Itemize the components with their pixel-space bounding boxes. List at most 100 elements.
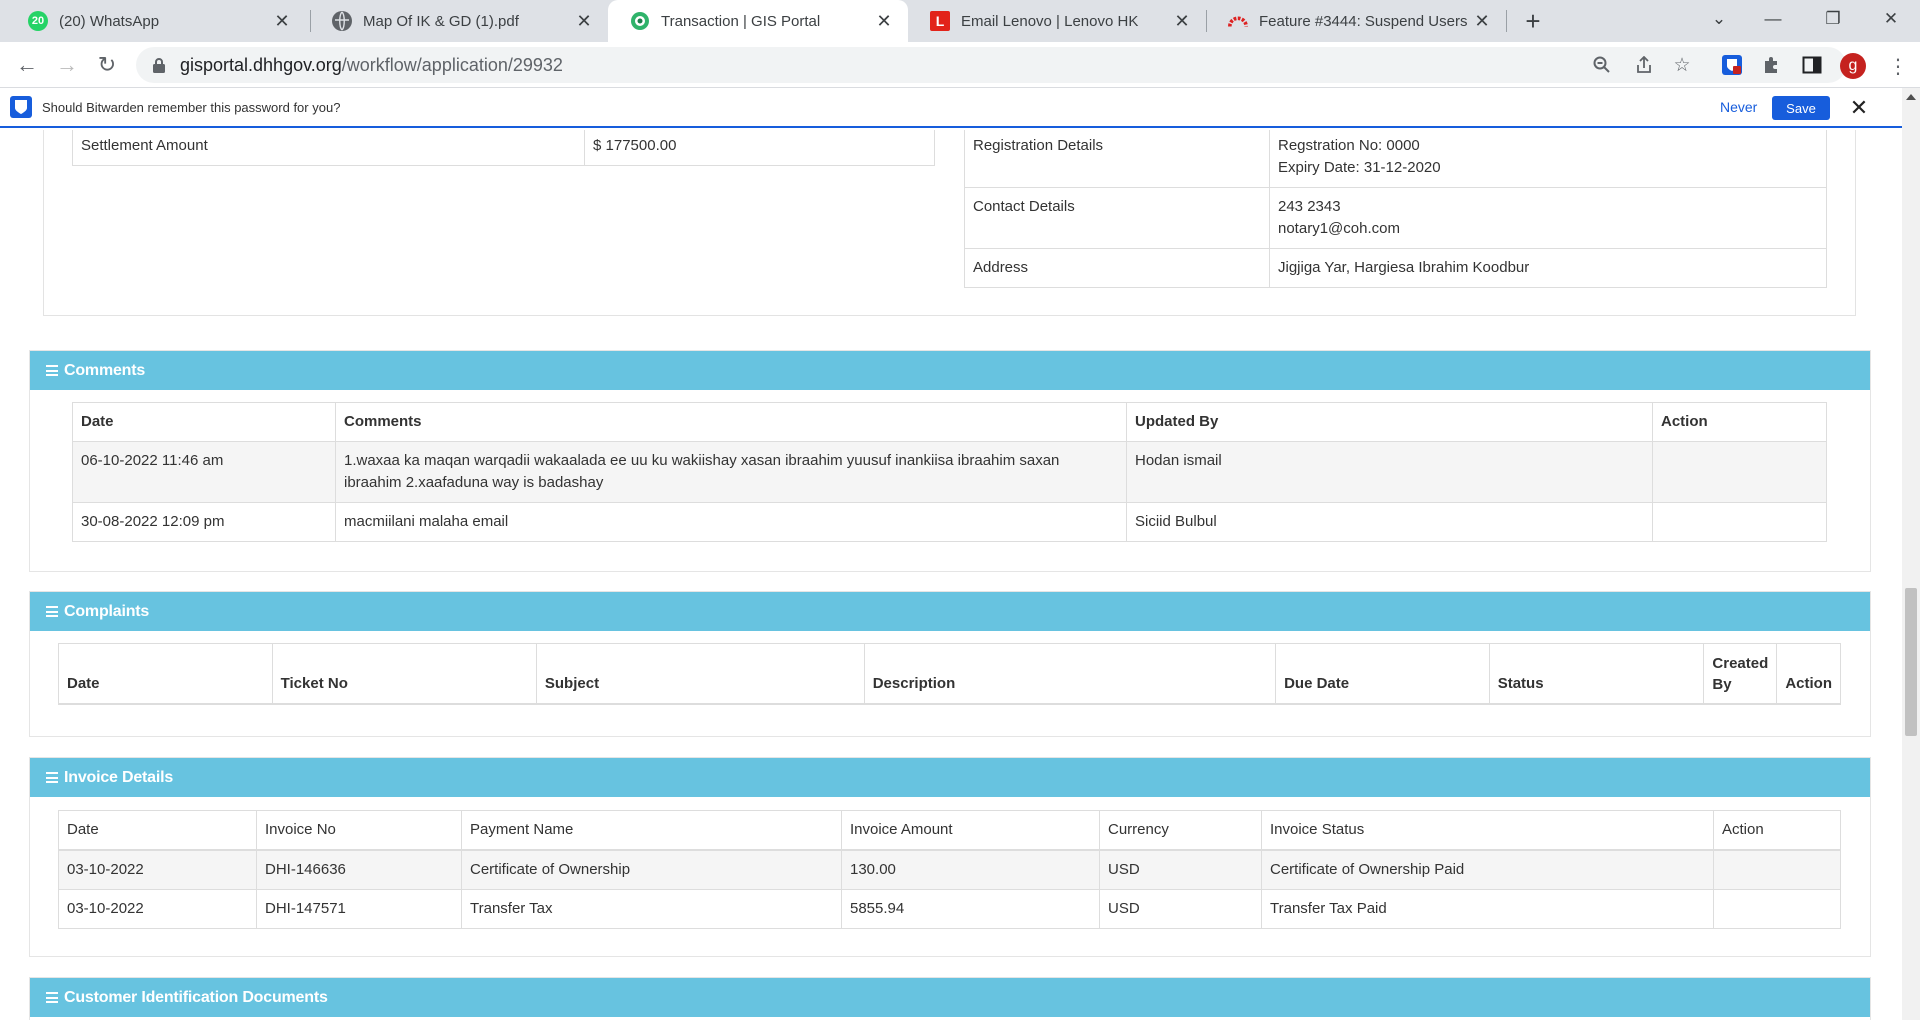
scroll-up-arrow-icon[interactable] <box>1906 94 1916 100</box>
table-header-row: Date Ticket No Subject Description Due D… <box>58 643 1841 704</box>
table-row: 03-10-2022 DHI-147571 Transfer Tax 5855.… <box>58 889 1841 929</box>
bitwarden-never-link[interactable]: Never <box>1720 99 1757 115</box>
invoice-action <box>1713 849 1841 890</box>
table-row: 06-10-2022 11:46 am 1.waxaa ka maqan war… <box>72 441 1827 503</box>
lock-icon[interactable] <box>150 56 168 74</box>
close-icon[interactable]: ✕ <box>1472 11 1492 31</box>
column-header: Action <box>1713 810 1841 851</box>
tab-redmine-feature[interactable]: Feature #3444: Suspend Users - ✕ <box>1206 0 1506 42</box>
list-icon <box>46 365 58 376</box>
contact-phone: 243 2343 <box>1278 198 1341 215</box>
bitwarden-notification-bar: Should Bitwarden remember this password … <box>0 88 1902 128</box>
invoice-action <box>1713 889 1841 929</box>
invoice-panel-header[interactable]: Invoice Details <box>30 758 1870 797</box>
lenovo-icon: L <box>930 11 950 31</box>
invoice-number: DHI-147571 <box>256 889 462 929</box>
page-scrollbar[interactable] <box>1902 88 1920 1020</box>
comment-date: 30-08-2022 12:09 pm <box>72 502 336 542</box>
url-host: gisportal.dhhgov.org <box>180 54 342 75</box>
comment-text: macmiilani malaha email <box>335 502 1127 542</box>
redmine-icon <box>1228 11 1248 31</box>
column-header: Date <box>58 643 273 704</box>
share-icon[interactable] <box>1630 51 1658 79</box>
address-label: Address <box>964 248 1270 288</box>
complaints-title: Complaints <box>64 602 150 620</box>
bitwarden-save-button[interactable]: Save <box>1772 96 1830 120</box>
close-icon[interactable]: ✕ <box>1846 94 1872 122</box>
invoice-payment-name: Transfer Tax <box>461 889 842 929</box>
complaints-panel-header[interactable]: Complaints <box>30 592 1870 631</box>
column-header: Status <box>1488 643 1705 704</box>
scrollbar-thumb[interactable] <box>1905 588 1917 736</box>
list-icon <box>46 992 58 1003</box>
comment-text: 1.waxaa ka maqan warqadii wakaalada ee u… <box>335 441 1127 503</box>
notary-details-table: Registration Details Regstration No: 000… <box>964 130 1827 288</box>
comments-panel-header[interactable]: Comments <box>30 351 1870 390</box>
extensions-puzzle-icon[interactable] <box>1758 51 1786 79</box>
close-icon[interactable]: ✕ <box>574 11 594 31</box>
comment-date: 06-10-2022 11:46 am <box>72 441 336 503</box>
column-header: Invoice No <box>256 810 462 851</box>
url-text: gisportal.dhhgov.org/workflow/applicatio… <box>180 55 563 76</box>
complaints-table: Date Ticket No Subject Description Due D… <box>58 643 1841 705</box>
customer-documents-title: Customer Identification Documents <box>64 988 328 1006</box>
tab-lenovo-email[interactable]: L Email Lenovo | Lenovo HK ✕ <box>908 0 1206 42</box>
column-header: Action <box>1652 402 1827 442</box>
comment-updated-by: Siciid Bulbul <box>1126 502 1653 542</box>
invoice-amount: 5855.94 <box>841 889 1100 929</box>
close-icon[interactable]: ✕ <box>874 11 894 31</box>
settlement-value: $ 177500.00 <box>584 130 935 166</box>
comment-action <box>1652 441 1827 503</box>
tab-title: Feature #3444: Suspend Users - <box>1259 12 1472 30</box>
lenovo-badge: L <box>935 13 945 29</box>
url-path: /workflow/application/29932 <box>341 54 563 75</box>
side-panel-icon[interactable] <box>1798 51 1826 79</box>
profile-avatar[interactable]: g <box>1840 53 1866 79</box>
invoice-title: Invoice Details <box>64 768 174 786</box>
table-row: Contact Details 243 2343 notary1@coh.com <box>964 187 1827 249</box>
back-arrow-icon[interactable]: ← <box>12 50 42 80</box>
forward-arrow-icon[interactable]: → <box>52 50 82 80</box>
bookmark-star-icon[interactable]: ☆ <box>1668 51 1696 79</box>
tab-map-pdf[interactable]: Map Of IK & GD (1).pdf ✕ <box>310 0 608 42</box>
column-header: Ticket No <box>271 643 537 704</box>
tab-divider <box>1506 10 1507 32</box>
table-row: 03-10-2022 DHI-146636 Certificate of Own… <box>58 849 1841 890</box>
registration-label: Registration Details <box>964 130 1270 188</box>
close-icon[interactable]: ✕ <box>272 11 292 31</box>
close-icon[interactable]: ✕ <box>1172 11 1192 31</box>
tab-title: (20) WhatsApp <box>59 12 160 30</box>
browser-toolbar: ← → ↻ gisportal.dhhgov.org/workflow/appl… <box>0 42 1920 88</box>
tab-gis-portal[interactable]: Transaction | GIS Portal ✕ <box>608 0 908 42</box>
comments-table: Date Comments Updated By Action 06-10-20… <box>72 402 1827 542</box>
tab-search-chevron-icon[interactable]: ⌄ <box>1696 0 1742 38</box>
column-header: Date <box>58 810 257 851</box>
column-header: Description <box>863 643 1277 704</box>
column-header: Action <box>1776 643 1841 704</box>
window-close-icon[interactable]: ✕ <box>1868 0 1914 38</box>
minimize-icon[interactable]: — <box>1750 0 1796 38</box>
invoice-number: DHI-146636 <box>256 849 462 890</box>
bitwarden-extension-icon[interactable] <box>1718 51 1746 79</box>
invoice-date: 03-10-2022 <box>58 849 257 890</box>
reload-icon[interactable]: ↻ <box>92 50 122 80</box>
customer-documents-panel: Customer Identification Documents <box>29 977 1871 1020</box>
browser-menu-icon[interactable]: ⋮ <box>1888 52 1908 80</box>
whatsapp-icon: 20 <box>28 11 48 31</box>
column-header: Invoice Amount <box>841 810 1100 851</box>
new-tab-button[interactable]: + <box>1518 6 1548 36</box>
tab-title: Transaction | GIS Portal <box>661 12 821 30</box>
page-content: Settlement Amount $ 177500.00 Registrati… <box>0 130 1902 1020</box>
table-row: Registration Details Regstration No: 000… <box>964 130 1827 188</box>
restore-icon[interactable]: ❐ <box>1810 0 1856 38</box>
customer-documents-panel-header[interactable]: Customer Identification Documents <box>30 978 1870 1017</box>
invoice-amount: 130.00 <box>841 849 1100 890</box>
globe-icon <box>332 11 352 31</box>
table-row: Address Jigjiga Yar, Hargiesa Ibrahim Ko… <box>964 248 1827 288</box>
table-row: Settlement Amount $ 177500.00 <box>72 130 935 166</box>
list-icon <box>46 772 58 783</box>
tab-whatsapp[interactable]: 20 (20) WhatsApp ✕ <box>6 0 306 42</box>
zoom-icon[interactable] <box>1588 51 1616 79</box>
column-header: Payment Name <box>461 810 842 851</box>
column-header: Subject <box>535 643 865 704</box>
